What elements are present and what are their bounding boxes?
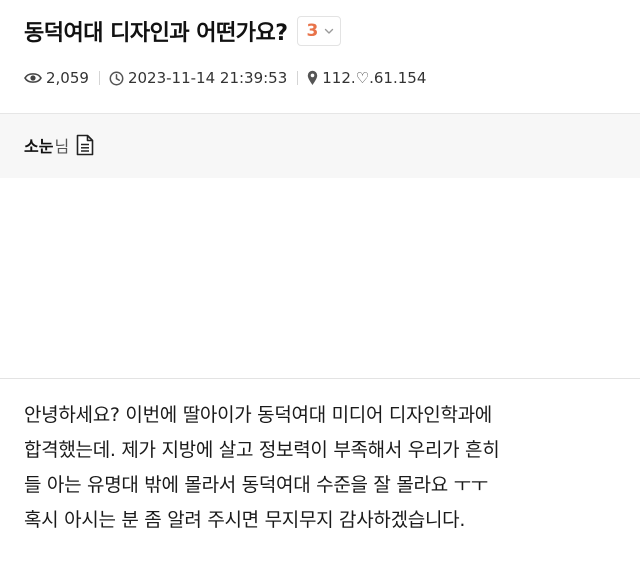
author[interactable]: 소눈 님 xyxy=(24,133,94,157)
post-body-line: 혹시 아시는 분 좀 알려 주시면 무지무지 감사하겠습니다. xyxy=(24,509,466,531)
post-title: 동덕여대 디자인과 어떤가요? xyxy=(24,21,288,46)
meta-divider xyxy=(98,71,100,85)
post-body: 안녕하세요? 이번에 딸아이가 동덕여대 미디어 디자인학과에 합격했는데. 제… xyxy=(24,398,624,538)
author-name[interactable]: 소눈 xyxy=(24,133,53,157)
meta-divider xyxy=(297,71,299,85)
chevron-down-icon xyxy=(325,28,334,34)
post-body-line: 안녕하세요? 이번에 딸아이가 동덕여대 미디어 디자인학과에 xyxy=(24,404,492,426)
content-divider xyxy=(0,378,640,379)
view-count-value: 2,059 xyxy=(46,69,89,87)
post-datetime-value: 2023-11-14 21:39:53 xyxy=(127,69,288,87)
document-icon[interactable] xyxy=(76,134,94,156)
view-count: 2,059 xyxy=(24,69,89,87)
post-body-line: 합격했는데. 제가 지방에 살고 정보력이 부족해서 우리가 흔히 xyxy=(24,439,500,461)
empty-content-area xyxy=(0,178,640,378)
author-honorific: 님 xyxy=(54,137,70,156)
comment-count-button[interactable]: 3 xyxy=(297,16,342,46)
author-bar: 소눈 님 xyxy=(0,113,640,178)
title-row: 동덕여대 디자인과 어떤가요? 3 xyxy=(24,12,342,50)
post-meta: 2,059 2023-11-14 21:39:53 112.♡.61.154 xyxy=(24,66,426,90)
post-ip-value: 112.♡.61.154 xyxy=(322,69,427,87)
comment-count: 3 xyxy=(306,21,319,41)
post-body-line: 들 아는 유명대 밖에 몰라서 동덕여대 수준을 잘 몰라요 ㅜㅜ xyxy=(24,474,488,496)
post-ip: 112.♡.61.154 xyxy=(307,69,426,87)
clock-icon xyxy=(109,71,124,85)
post-header: 동덕여대 디자인과 어떤가요? 3 2,059 2023-11-14 21:39… xyxy=(0,0,640,112)
location-pin-icon xyxy=(308,70,318,85)
post-datetime: 2023-11-14 21:39:53 xyxy=(109,69,287,87)
eye-icon xyxy=(24,73,42,83)
